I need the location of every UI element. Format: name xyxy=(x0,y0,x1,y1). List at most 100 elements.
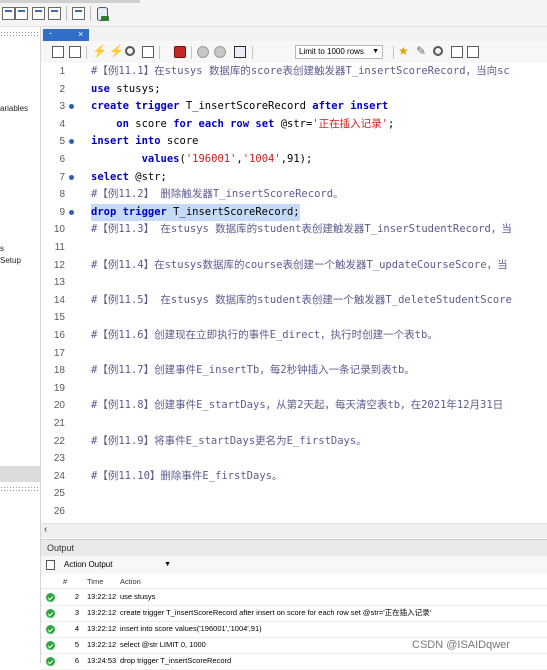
code-token: #【例11.7】创建事件E_insertTb，每2秒钟插入一条记录到表tb。 xyxy=(91,364,415,377)
code-line[interactable]: 9 drop trigger T_insertScoreRecord; xyxy=(41,203,547,222)
wrap-lines-icon[interactable] xyxy=(467,46,479,58)
output-row[interactable]: 3 13:22:12 create trigger T_insertScoreRec… xyxy=(41,605,547,622)
line-number: 18 xyxy=(53,365,65,377)
code-token: #【例11.5】 在stusys 数据库的student表创建一个触发器T_de… xyxy=(91,293,512,306)
navigator-item-label[interactable]: s xyxy=(0,244,4,253)
commit-icon[interactable] xyxy=(197,46,209,58)
output-row[interactable]: 2 13:22:12 use stusys xyxy=(41,589,547,606)
rollback-icon[interactable] xyxy=(214,46,226,58)
code-line[interactable]: 20 #【例11.8】创建事件E_startDays，从第2天起，每天清空表tb，… xyxy=(41,397,547,415)
code-text: #【例11.2】 删除触发器T_insertScoreRecord。 xyxy=(91,186,344,204)
code-token: on xyxy=(116,117,129,130)
code-line[interactable]: 12 #【例11.4】在stusys数据库的course表创建一个触发器T_upd… xyxy=(41,257,547,275)
panel-grip[interactable] xyxy=(0,31,40,37)
scroll-left-icon[interactable]: ‹ xyxy=(44,524,47,535)
reconnect-icon[interactable] xyxy=(96,6,109,21)
autocommit-icon[interactable] xyxy=(234,46,246,58)
code-text: #【例11.9】将事件E_startDays更名为E_firstDays。 xyxy=(91,433,367,451)
code-line[interactable]: 15 xyxy=(41,309,547,327)
code-line[interactable]: 5 insert into score xyxy=(41,133,547,151)
output-cell-num: 3 xyxy=(74,608,79,617)
code-line[interactable]: 26 xyxy=(41,503,547,521)
fold-marker-icon[interactable] xyxy=(69,139,74,145)
code-line[interactable]: 2 use stusys; xyxy=(41,81,547,99)
code-line[interactable]: 24 #【例11.10】删除事件E_firstDays。 xyxy=(41,468,547,486)
code-line[interactable]: 22 #【例11.9】将事件E_startDays更名为E_firstDays。 xyxy=(41,433,547,451)
search-table-data-button[interactable] xyxy=(72,7,85,20)
line-number: 26 xyxy=(53,506,65,517)
panel-grip[interactable] xyxy=(0,486,40,492)
explain-icon[interactable] xyxy=(125,46,135,56)
create-schema-button[interactable] xyxy=(48,7,61,20)
code-line[interactable]: 8 #【例11.2】 删除触发器T_insertScoreRecord。 xyxy=(41,186,547,204)
column-header-num[interactable]: # xyxy=(63,577,67,586)
output-row[interactable]: 6 13:24:53 drop trigger T_insertScoreRecor… xyxy=(41,653,547,670)
sql-editor-tab[interactable]: - × xyxy=(43,28,89,41)
code-line[interactable]: 16 #【例11.6】创建现在立即执行的事件E_direct，执行时创建一个表tb… xyxy=(41,327,547,345)
navigator-item-label[interactable]: Setup xyxy=(0,256,21,265)
column-header-time[interactable]: Time xyxy=(87,577,103,586)
code-token: #【例11.2】 删除触发器T_insertScoreRecord。 xyxy=(91,188,344,201)
code-token: #【例11.8】创建事件E_startDays，从第2天起，每天清空表tb，在2… xyxy=(91,399,504,412)
column-header-action[interactable]: Action xyxy=(120,577,141,586)
fold-marker-icon[interactable] xyxy=(69,104,74,110)
execute-icon[interactable]: ⚡ xyxy=(92,44,107,58)
horizontal-scrollbar[interactable]: ‹ xyxy=(41,523,547,538)
tab-label: - xyxy=(49,28,52,38)
code-line[interactable]: 11 xyxy=(41,239,547,257)
save-icon[interactable] xyxy=(69,46,81,58)
code-line[interactable]: 17 xyxy=(41,345,547,363)
output-cell-time: 13:24:53 xyxy=(87,656,117,665)
code-token: ; xyxy=(387,117,395,130)
stop-query-icon[interactable] xyxy=(142,46,154,58)
execute-current-icon[interactable]: ⚡ xyxy=(109,44,124,58)
code-token: select xyxy=(91,170,129,183)
toolbar-separator xyxy=(191,46,192,59)
fold-marker-icon[interactable] xyxy=(69,209,74,215)
code-line[interactable]: 1 #【例11.1】在stusys 数据库的score表创建触发器T_insert… xyxy=(41,63,547,81)
invisible-chars-icon[interactable] xyxy=(451,46,463,58)
bookmark-star-icon[interactable]: ★ xyxy=(398,44,410,58)
toolbar-separator xyxy=(86,46,87,59)
navigator-item-label[interactable]: ariables xyxy=(0,104,28,113)
code-line[interactable]: 6 values('196001','1004',91); xyxy=(41,151,547,169)
code-token: #【例11.4】在stusys数据库的course表创建一个触发器T_updat… xyxy=(91,258,508,271)
limit-rows-select[interactable]: Limit to 1000 rows ▼ xyxy=(295,45,383,59)
stop-on-error-icon[interactable] xyxy=(174,46,186,58)
code-token: T_insertScoreRecord xyxy=(179,100,313,113)
output-mode-select[interactable]: Action Output ▼ xyxy=(60,559,174,571)
inspector-button[interactable] xyxy=(32,7,45,20)
code-line[interactable]: 13 xyxy=(41,274,547,292)
open-file-icon[interactable] xyxy=(52,46,64,58)
main-toolbar xyxy=(0,0,547,27)
code-line[interactable]: 23 xyxy=(41,450,547,468)
open-sql-script-button[interactable] xyxy=(15,7,28,20)
find-icon[interactable] xyxy=(433,46,443,56)
code-text: drop trigger T_insertScoreRecord; xyxy=(91,203,300,222)
code-line[interactable]: 19 xyxy=(41,380,547,398)
code-line[interactable]: 14 #【例11.5】 在stusys 数据库的student表创建一个触发器T_… xyxy=(41,292,547,310)
code-text: create trigger T_insertScoreRecord after… xyxy=(91,98,388,116)
code-line[interactable]: 21 xyxy=(41,415,547,433)
beautify-icon[interactable]: ✎ xyxy=(416,44,428,58)
code-token: use xyxy=(91,82,110,95)
code-line[interactable]: 3 create trigger T_insertScoreRecord afte… xyxy=(41,98,547,116)
output-row[interactable]: 4 13:22:12 insert into score values('19600… xyxy=(41,621,547,638)
close-icon[interactable]: × xyxy=(78,29,83,39)
editor-toolbar: ⚡ ⚡ Limit to 1000 rows ▼ ★ ✎ xyxy=(41,41,547,64)
code-line[interactable]: 4 on score for each row set @str='正在插入记录… xyxy=(41,116,547,134)
code-line[interactable]: 7 select @str; xyxy=(41,169,547,187)
fold-marker-icon[interactable] xyxy=(69,174,74,180)
code-line[interactable]: 10 #【例11.3】 在stusys 数据库的student表创建触发器T_in… xyxy=(41,221,547,239)
watermark-text: CSDN @ISAIDqwer xyxy=(412,639,510,651)
code-text: on score for each row set @str='正在插入记录'; xyxy=(91,116,394,134)
line-number: 12 xyxy=(53,259,65,271)
line-number: 15 xyxy=(53,312,65,324)
sql-editor[interactable]: 1 #【例11.1】在stusys 数据库的score表创建触发器T_insert… xyxy=(41,63,547,523)
new-sql-tab-button[interactable] xyxy=(2,7,15,20)
output-title: Output xyxy=(47,543,75,553)
line-number: 9 xyxy=(59,206,65,218)
code-line[interactable]: 25 xyxy=(41,485,547,503)
code-line[interactable]: 18 #【例11.7】创建事件E_insertTb，每2秒钟插入一条记录到表tb。 xyxy=(41,362,547,380)
toolbar-edge xyxy=(0,0,140,3)
